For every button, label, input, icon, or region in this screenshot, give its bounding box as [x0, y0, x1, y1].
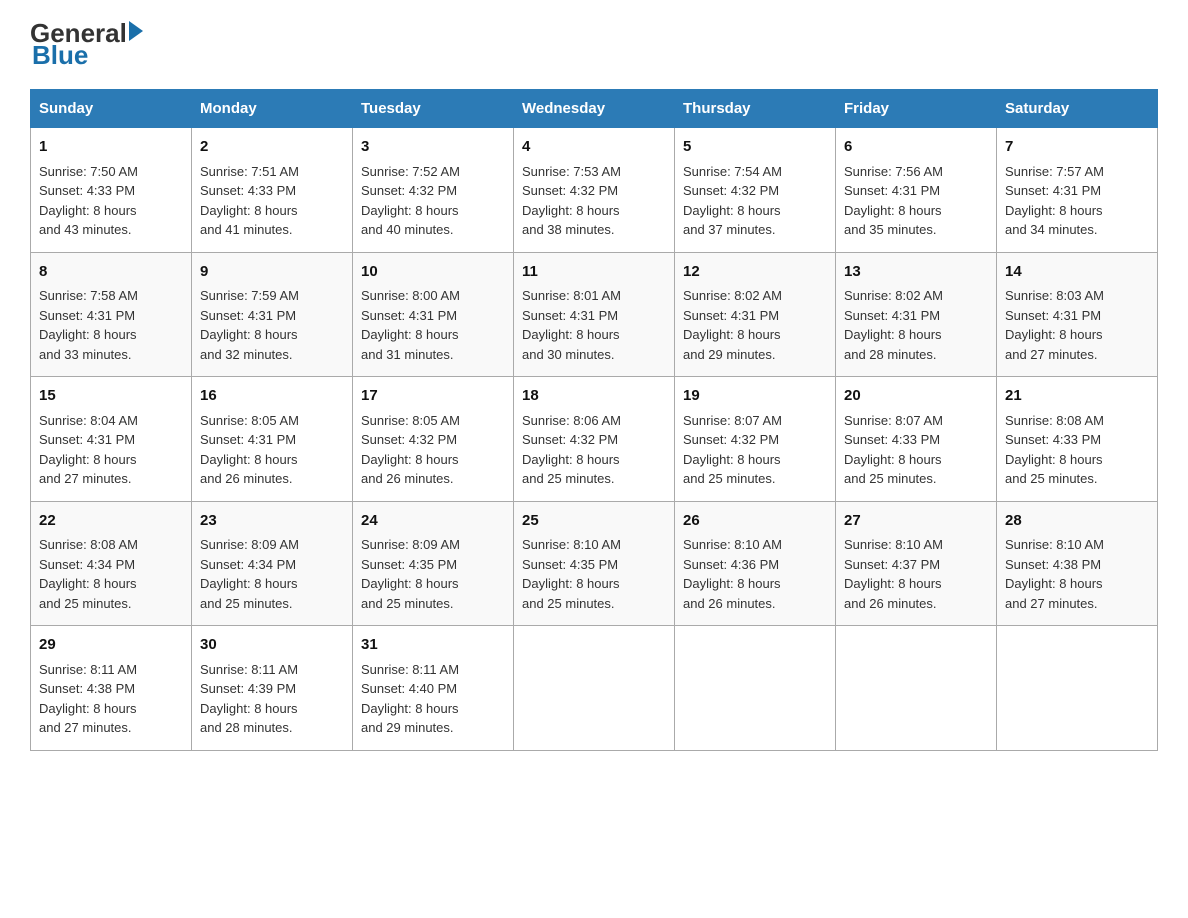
calendar-cell — [997, 626, 1158, 751]
calendar-cell: 14Sunrise: 8:03 AMSunset: 4:31 PMDayligh… — [997, 252, 1158, 377]
calendar-week-5: 29Sunrise: 8:11 AMSunset: 4:38 PMDayligh… — [31, 626, 1158, 751]
calendar-cell: 23Sunrise: 8:09 AMSunset: 4:34 PMDayligh… — [192, 501, 353, 626]
day-number: 13 — [844, 261, 988, 284]
day-number: 25 — [522, 510, 666, 533]
calendar-cell: 24Sunrise: 8:09 AMSunset: 4:35 PMDayligh… — [353, 501, 514, 626]
calendar-cell: 10Sunrise: 8:00 AMSunset: 4:31 PMDayligh… — [353, 252, 514, 377]
day-number: 8 — [39, 261, 183, 284]
calendar-cell: 17Sunrise: 8:05 AMSunset: 4:32 PMDayligh… — [353, 377, 514, 502]
day-header-monday: Monday — [192, 90, 353, 128]
day-number: 12 — [683, 261, 827, 284]
calendar-cell: 2Sunrise: 7:51 AMSunset: 4:33 PMDaylight… — [192, 128, 353, 253]
calendar-cell: 31Sunrise: 8:11 AMSunset: 4:40 PMDayligh… — [353, 626, 514, 751]
day-number: 14 — [1005, 261, 1149, 284]
calendar-cell: 7Sunrise: 7:57 AMSunset: 4:31 PMDaylight… — [997, 128, 1158, 253]
day-number: 15 — [39, 385, 183, 408]
calendar-cell: 12Sunrise: 8:02 AMSunset: 4:31 PMDayligh… — [675, 252, 836, 377]
day-number: 27 — [844, 510, 988, 533]
calendar-header-row: SundayMondayTuesdayWednesdayThursdayFrid… — [31, 90, 1158, 128]
day-number: 21 — [1005, 385, 1149, 408]
calendar-cell: 8Sunrise: 7:58 AMSunset: 4:31 PMDaylight… — [31, 252, 192, 377]
calendar-cell — [514, 626, 675, 751]
day-number: 6 — [844, 136, 988, 159]
calendar-cell: 3Sunrise: 7:52 AMSunset: 4:32 PMDaylight… — [353, 128, 514, 253]
day-number: 3 — [361, 136, 505, 159]
calendar-week-2: 8Sunrise: 7:58 AMSunset: 4:31 PMDaylight… — [31, 252, 1158, 377]
calendar-week-1: 1Sunrise: 7:50 AMSunset: 4:33 PMDaylight… — [31, 128, 1158, 253]
day-number: 28 — [1005, 510, 1149, 533]
calendar-cell — [836, 626, 997, 751]
page-header: General Blue — [30, 20, 1158, 71]
day-header-wednesday: Wednesday — [514, 90, 675, 128]
calendar-cell: 28Sunrise: 8:10 AMSunset: 4:38 PMDayligh… — [997, 501, 1158, 626]
day-number: 23 — [200, 510, 344, 533]
day-number: 10 — [361, 261, 505, 284]
day-number: 16 — [200, 385, 344, 408]
calendar-cell: 22Sunrise: 8:08 AMSunset: 4:34 PMDayligh… — [31, 501, 192, 626]
calendar-cell: 15Sunrise: 8:04 AMSunset: 4:31 PMDayligh… — [31, 377, 192, 502]
day-number: 1 — [39, 136, 183, 159]
day-number: 22 — [39, 510, 183, 533]
calendar-cell: 30Sunrise: 8:11 AMSunset: 4:39 PMDayligh… — [192, 626, 353, 751]
day-number: 31 — [361, 634, 505, 657]
day-number: 11 — [522, 261, 666, 284]
day-number: 5 — [683, 136, 827, 159]
day-number: 18 — [522, 385, 666, 408]
day-number: 19 — [683, 385, 827, 408]
calendar-week-4: 22Sunrise: 8:08 AMSunset: 4:34 PMDayligh… — [31, 501, 1158, 626]
logo: General Blue — [30, 20, 143, 71]
calendar-cell: 4Sunrise: 7:53 AMSunset: 4:32 PMDaylight… — [514, 128, 675, 253]
calendar-cell: 21Sunrise: 8:08 AMSunset: 4:33 PMDayligh… — [997, 377, 1158, 502]
calendar-cell: 20Sunrise: 8:07 AMSunset: 4:33 PMDayligh… — [836, 377, 997, 502]
day-number: 30 — [200, 634, 344, 657]
calendar-cell: 18Sunrise: 8:06 AMSunset: 4:32 PMDayligh… — [514, 377, 675, 502]
calendar-cell: 11Sunrise: 8:01 AMSunset: 4:31 PMDayligh… — [514, 252, 675, 377]
calendar-cell: 1Sunrise: 7:50 AMSunset: 4:33 PMDaylight… — [31, 128, 192, 253]
day-number: 2 — [200, 136, 344, 159]
day-number: 24 — [361, 510, 505, 533]
calendar-cell: 6Sunrise: 7:56 AMSunset: 4:31 PMDaylight… — [836, 128, 997, 253]
calendar-table: SundayMondayTuesdayWednesdayThursdayFrid… — [30, 89, 1158, 751]
calendar-cell: 16Sunrise: 8:05 AMSunset: 4:31 PMDayligh… — [192, 377, 353, 502]
calendar-cell — [675, 626, 836, 751]
calendar-cell: 25Sunrise: 8:10 AMSunset: 4:35 PMDayligh… — [514, 501, 675, 626]
day-header-sunday: Sunday — [31, 90, 192, 128]
logo-arrow-icon — [129, 21, 143, 41]
day-header-thursday: Thursday — [675, 90, 836, 128]
day-number: 26 — [683, 510, 827, 533]
calendar-cell: 27Sunrise: 8:10 AMSunset: 4:37 PMDayligh… — [836, 501, 997, 626]
day-number: 20 — [844, 385, 988, 408]
day-number: 4 — [522, 136, 666, 159]
logo-text-blue: Blue — [32, 40, 143, 71]
day-header-friday: Friday — [836, 90, 997, 128]
calendar-cell: 5Sunrise: 7:54 AMSunset: 4:32 PMDaylight… — [675, 128, 836, 253]
calendar-cell: 19Sunrise: 8:07 AMSunset: 4:32 PMDayligh… — [675, 377, 836, 502]
calendar-cell: 29Sunrise: 8:11 AMSunset: 4:38 PMDayligh… — [31, 626, 192, 751]
day-number: 9 — [200, 261, 344, 284]
calendar-cell: 13Sunrise: 8:02 AMSunset: 4:31 PMDayligh… — [836, 252, 997, 377]
day-header-tuesday: Tuesday — [353, 90, 514, 128]
day-header-saturday: Saturday — [997, 90, 1158, 128]
day-number: 17 — [361, 385, 505, 408]
day-number: 29 — [39, 634, 183, 657]
day-number: 7 — [1005, 136, 1149, 159]
calendar-cell: 26Sunrise: 8:10 AMSunset: 4:36 PMDayligh… — [675, 501, 836, 626]
calendar-week-3: 15Sunrise: 8:04 AMSunset: 4:31 PMDayligh… — [31, 377, 1158, 502]
calendar-cell: 9Sunrise: 7:59 AMSunset: 4:31 PMDaylight… — [192, 252, 353, 377]
